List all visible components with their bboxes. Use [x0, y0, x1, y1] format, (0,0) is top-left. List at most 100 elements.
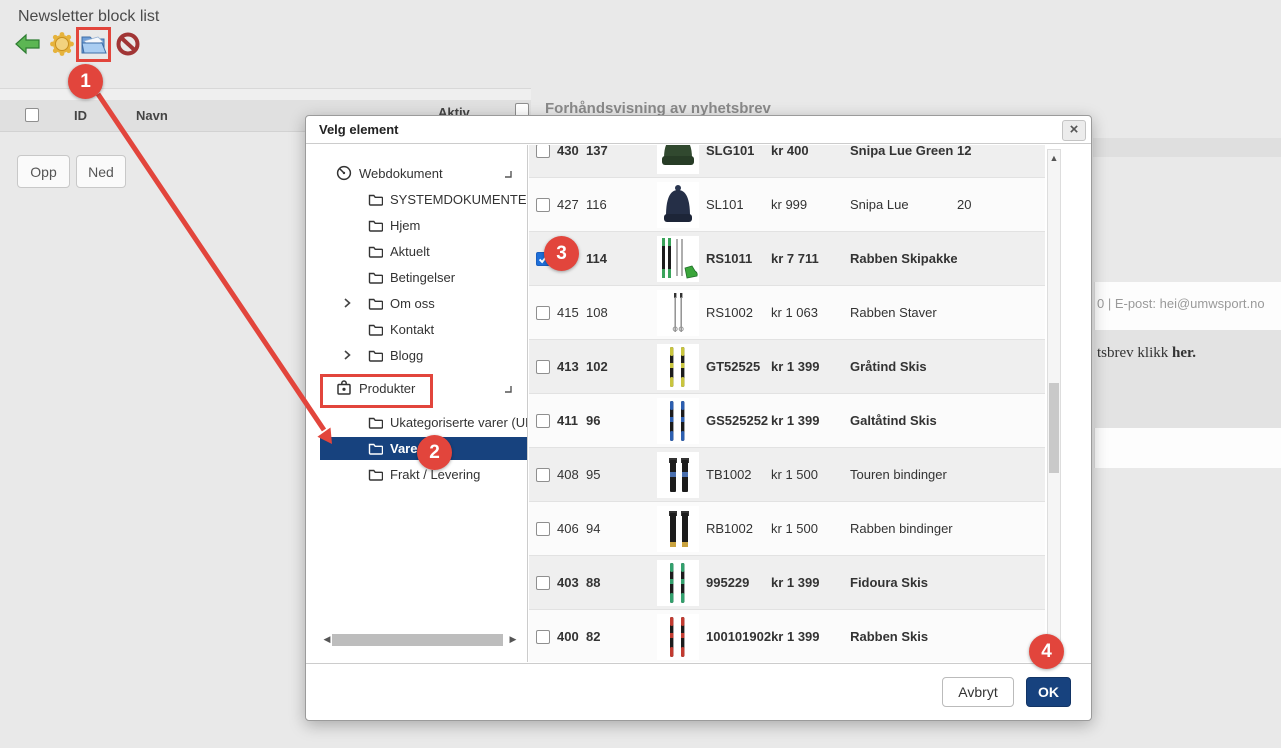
row-checkbox[interactable]	[536, 360, 550, 374]
product-price: kr 1 399	[771, 629, 850, 644]
product-name: Touren bindinger	[850, 467, 957, 482]
globe-icon	[336, 165, 352, 181]
tree-item-label: Produkter	[359, 381, 415, 396]
tree-item-betingelser[interactable]: Betingelser	[306, 264, 527, 290]
folder-icon	[368, 245, 383, 258]
folder-icon	[368, 219, 383, 232]
product-name: Fidoura Skis	[850, 575, 957, 590]
product-row-408[interactable]: 40895TB1002kr 1 500Touren bindinger	[529, 448, 1045, 502]
down-button[interactable]: Ned	[76, 155, 126, 188]
horizontal-scrollbar[interactable]: ◀ ▶	[322, 632, 518, 647]
tree-item-label: Kontakt	[390, 322, 434, 337]
tree-item-label: Betingelser	[390, 270, 455, 285]
product-qty: 20	[957, 197, 1045, 212]
folder-icon	[368, 349, 383, 362]
ok-button[interactable]: OK	[1026, 677, 1071, 707]
folder-icon	[368, 323, 383, 336]
product-qty: 12	[957, 145, 1045, 158]
vscroll-thumb[interactable]	[1049, 383, 1059, 473]
close-icon[interactable]: ×	[1062, 120, 1086, 141]
product-row-415[interactable]: 415108RS1002kr 1 063Rabben Staver	[529, 286, 1045, 340]
product-number: 108	[586, 305, 649, 320]
product-row-430[interactable]: 430137SLG101kr 400Snipa Lue Green12	[529, 145, 1045, 178]
folder-tree-panel: Webdokument SYSTEMDOKUMENTERHjemAktuelt Be…	[306, 145, 528, 662]
seal-icon[interactable]	[48, 30, 76, 58]
tree-item-ukategoriserte-varer-uni-v3[interactable]: Ukategoriserte varer (UNI V3	[306, 409, 527, 435]
newsletter-line: tsbrev klikk her.	[1097, 345, 1196, 362]
tree-item-produkter[interactable]: Produkter	[306, 375, 527, 401]
product-sku: TB1002	[706, 467, 771, 482]
step-badge-3: 3	[544, 236, 579, 271]
product-price: kr 1 063	[771, 305, 850, 320]
page-title: Newsletter block list	[18, 8, 159, 26]
product-row-114[interactable]: 114RS1011kr 7 711Rabben Skipakke	[529, 232, 1045, 286]
newsletter-here-link[interactable]: her.	[1172, 345, 1196, 361]
select-all-checkbox[interactable]	[25, 108, 39, 122]
folder-icon	[368, 271, 383, 284]
product-number: 88	[586, 575, 649, 590]
product-price: kr 1 399	[771, 359, 850, 374]
product-thumbnail-ski-package	[649, 236, 706, 282]
back-arrow-icon[interactable]	[14, 30, 42, 58]
preview-header-band	[1093, 138, 1281, 157]
product-row-403[interactable]: 40388995229kr 1 399Fidoura Skis	[529, 556, 1045, 610]
row-checkbox[interactable]	[536, 468, 550, 482]
chevron-right-icon[interactable]	[342, 348, 352, 365]
block-icon[interactable]	[114, 30, 142, 58]
open-folder-icon[interactable]	[80, 30, 108, 58]
tree-item-label: Webdokument	[359, 166, 443, 181]
product-row-427[interactable]: 427116SL101kr 999Snipa Lue20	[529, 178, 1045, 232]
product-number: 102	[586, 359, 649, 374]
product-row-411[interactable]: 41196GS525252kr 1 399Galtåtind Skis	[529, 394, 1045, 448]
product-row-406[interactable]: 40694RB1002kr 1 500Rabben bindinger	[529, 502, 1045, 556]
step-badge-1: 1	[68, 64, 103, 99]
up-button[interactable]: Opp	[17, 155, 70, 188]
tree-item-systemdokumenter[interactable]: SYSTEMDOKUMENTER	[306, 186, 527, 212]
row-checkbox[interactable]	[536, 522, 550, 536]
tree-item-kontakt[interactable]: Kontakt	[306, 316, 527, 342]
tree-item-blogg[interactable]: Blogg	[306, 342, 527, 368]
product-number: 114	[586, 251, 649, 266]
row-checkbox[interactable]	[536, 306, 550, 320]
tree-item-label: Om oss	[390, 296, 435, 311]
vertical-scrollbar[interactable]: ▲	[1047, 149, 1061, 661]
scroll-up-icon[interactable]: ▲	[1049, 153, 1059, 163]
row-checkbox[interactable]	[536, 576, 550, 590]
tree-item-om-oss[interactable]: Om oss	[306, 290, 527, 316]
product-id: 427	[557, 197, 586, 212]
row-checkbox[interactable]	[536, 630, 550, 644]
product-name: Galtåtind Skis	[850, 413, 957, 428]
scroll-right-icon[interactable]: ▶	[508, 634, 518, 645]
scroll-left-icon[interactable]: ◀	[322, 634, 332, 645]
product-row-413[interactable]: 413102GT52525kr 1 399Gråtind Skis	[529, 340, 1045, 394]
tree-item-webdokument[interactable]: Webdokument	[306, 160, 527, 186]
cancel-button[interactable]: Avbryt	[942, 677, 1014, 707]
product-id: 411	[557, 413, 586, 428]
product-sku: RS1002	[706, 305, 771, 320]
hscroll-thumb[interactable]	[332, 634, 503, 646]
product-thumbnail-skis-yellow	[649, 344, 706, 390]
row-checkbox[interactable]	[536, 145, 550, 158]
folder-icon	[368, 297, 383, 310]
product-number: 94	[586, 521, 649, 536]
row-checkbox[interactable]	[536, 198, 550, 212]
product-id: 400	[557, 629, 586, 644]
select-element-dialog: Velg element × WebdokumentSYSTEMDOKUMENT…	[305, 115, 1092, 721]
tree-item-label: Ukategoriserte varer (UNI V3	[390, 415, 528, 430]
chevron-right-icon[interactable]	[342, 296, 352, 313]
row-checkbox[interactable]	[536, 414, 550, 428]
product-sku: GT52525	[706, 359, 771, 374]
product-row-400[interactable]: 40082100101902kr 1 399Rabben Skis	[529, 610, 1045, 662]
hscroll-track[interactable]	[332, 633, 508, 646]
folder-icon	[368, 193, 383, 206]
tree-item-label: Blogg	[390, 348, 423, 363]
product-id: 406	[557, 521, 586, 536]
product-number: 95	[586, 467, 649, 482]
tree-item-hjem[interactable]: Hjem	[306, 212, 527, 238]
product-id: 415	[557, 305, 586, 320]
page: Newsletter block list ID Navn Aktiv	[0, 0, 1281, 748]
product-price: kr 7 711	[771, 251, 850, 266]
product-name: Snipa Lue Green	[850, 145, 957, 158]
tree-item-aktuelt[interactable]: Aktuelt	[306, 238, 527, 264]
tree-item-frakt-levering[interactable]: Frakt / Levering	[306, 461, 527, 487]
